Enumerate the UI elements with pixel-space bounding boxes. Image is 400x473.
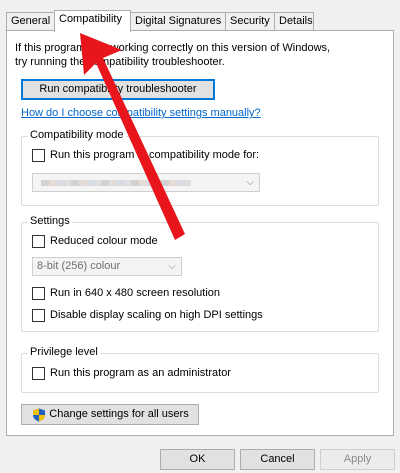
run-troubleshooter-button[interactable]: Run compatibility troubleshooter	[21, 79, 215, 100]
tab-digital-signatures[interactable]: Digital Signatures	[130, 12, 226, 31]
settings-title: Settings	[28, 215, 72, 227]
resolution-label: Run in 640 x 480 screen resolution	[50, 287, 220, 299]
os-version-select[interactable]: ⌵	[32, 173, 260, 192]
chevron-down-icon: ⌵	[168, 261, 176, 272]
colour-depth-value: 8-bit (256) colour	[37, 260, 121, 272]
reduced-colour-checkbox[interactable]	[32, 235, 45, 248]
resolution-checkbox[interactable]	[32, 287, 45, 300]
tab-security[interactable]: Security	[225, 12, 275, 31]
ok-button[interactable]: OK	[160, 449, 235, 470]
run-as-admin-label: Run this program as an administrator	[50, 367, 231, 379]
compatibility-panel: If this program isn't working correctly …	[6, 30, 394, 436]
run-as-admin-checkbox[interactable]	[32, 367, 45, 380]
dpi-scaling-checkbox[interactable]	[32, 309, 45, 322]
change-settings-all-users-button[interactable]: Change settings for all users	[21, 404, 199, 425]
intro-line-2: try running the compatibility troublesho…	[15, 56, 225, 68]
privilege-level-group: Privilege level Run this program as an a…	[21, 346, 379, 393]
settings-group: Settings Reduced colour mode 8-bit (256)…	[21, 215, 379, 332]
dpi-scaling-label: Disable display scaling on high DPI sett…	[50, 309, 263, 321]
compatibility-mode-group: Compatibility mode Run this program in c…	[21, 129, 379, 206]
blurred-option-text	[41, 180, 191, 186]
privilege-level-title: Privilege level	[28, 346, 100, 358]
tab-general[interactable]: General	[6, 12, 55, 31]
compat-mode-label: Run this program in compatibility mode f…	[50, 149, 260, 161]
apply-button[interactable]: Apply	[320, 449, 395, 470]
reduced-colour-label: Reduced colour mode	[50, 235, 158, 247]
cancel-button[interactable]: Cancel	[240, 449, 315, 470]
intro-line-1: If this program isn't working correctly …	[15, 42, 331, 54]
colour-depth-select[interactable]: 8-bit (256) colour ⌵	[32, 257, 182, 276]
tab-compatibility[interactable]: Compatibility	[54, 10, 131, 32]
compatibility-mode-title: Compatibility mode	[28, 129, 126, 141]
help-link[interactable]: How do I choose compatibility settings m…	[21, 107, 261, 119]
chevron-down-icon: ⌵	[246, 177, 254, 188]
compat-mode-checkbox[interactable]	[32, 149, 45, 162]
change-settings-label: Change settings for all users	[49, 408, 189, 420]
uac-shield-icon	[32, 408, 46, 422]
tab-details[interactable]: Details	[274, 12, 314, 31]
